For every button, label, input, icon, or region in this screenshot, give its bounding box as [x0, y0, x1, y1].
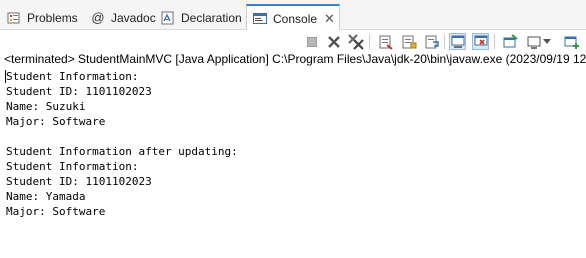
toolbar-separator — [494, 34, 495, 49]
tab-problems-label: Problems — [27, 10, 78, 25]
console-line: Student ID: 1101102023 — [6, 175, 152, 188]
open-console-icon[interactable] — [563, 33, 580, 50]
tab-declaration-label: Declaration — [181, 10, 242, 25]
problems-icon — [6, 10, 22, 26]
console-line: Student Information after updating: — [6, 145, 238, 158]
toolbar-separator — [444, 34, 445, 49]
tab-console-label: Console — [273, 11, 318, 26]
display-selected-console-icon[interactable] — [526, 33, 543, 50]
toolbar-separator — [369, 34, 370, 49]
console-output[interactable]: Student Information: Student ID: 1101102… — [6, 69, 584, 219]
console-line: Name: Suzuki — [6, 100, 86, 113]
word-wrap-icon[interactable] — [423, 33, 440, 50]
console-line: Student Information: — [6, 70, 139, 83]
tab-console[interactable]: Console ✕ — [246, 4, 340, 31]
remove-all-terminated-icon[interactable] — [347, 33, 364, 50]
console-line: Student Information: — [6, 160, 139, 173]
console-line: Name: Yamada — [6, 190, 86, 203]
console-process-label: <terminated> StudentMainMVC [Java Applic… — [4, 52, 586, 66]
pin-console-icon[interactable] — [501, 33, 518, 50]
chevron-down-icon[interactable] — [542, 33, 551, 50]
show-console-on-stderr-icon[interactable] — [472, 33, 489, 50]
view-tab-bar: Problems @ Javadoc Declaration Console ✕ — [0, 0, 586, 31]
console-toolbar — [0, 30, 586, 52]
scroll-lock-icon[interactable] — [400, 33, 417, 50]
tab-problems[interactable]: Problems — [6, 5, 78, 30]
tab-javadoc-label: Javadoc — [111, 10, 156, 25]
tab-javadoc[interactable]: @ Javadoc — [90, 5, 156, 30]
console-icon — [252, 11, 268, 27]
javadoc-icon: @ — [91, 10, 105, 25]
console-line: Student ID: 1101102023 — [6, 85, 152, 98]
console-line: Major: Software — [6, 115, 106, 128]
terminate-icon[interactable] — [303, 33, 320, 50]
clear-console-icon[interactable] — [377, 33, 394, 50]
tab-declaration[interactable]: Declaration — [160, 5, 242, 30]
console-line: Major: Software — [6, 205, 106, 218]
remove-launch-icon[interactable] — [325, 33, 342, 50]
declaration-icon — [160, 10, 176, 26]
show-console-on-stdout-icon[interactable] — [449, 33, 466, 50]
close-icon[interactable]: ✕ — [324, 11, 335, 27]
